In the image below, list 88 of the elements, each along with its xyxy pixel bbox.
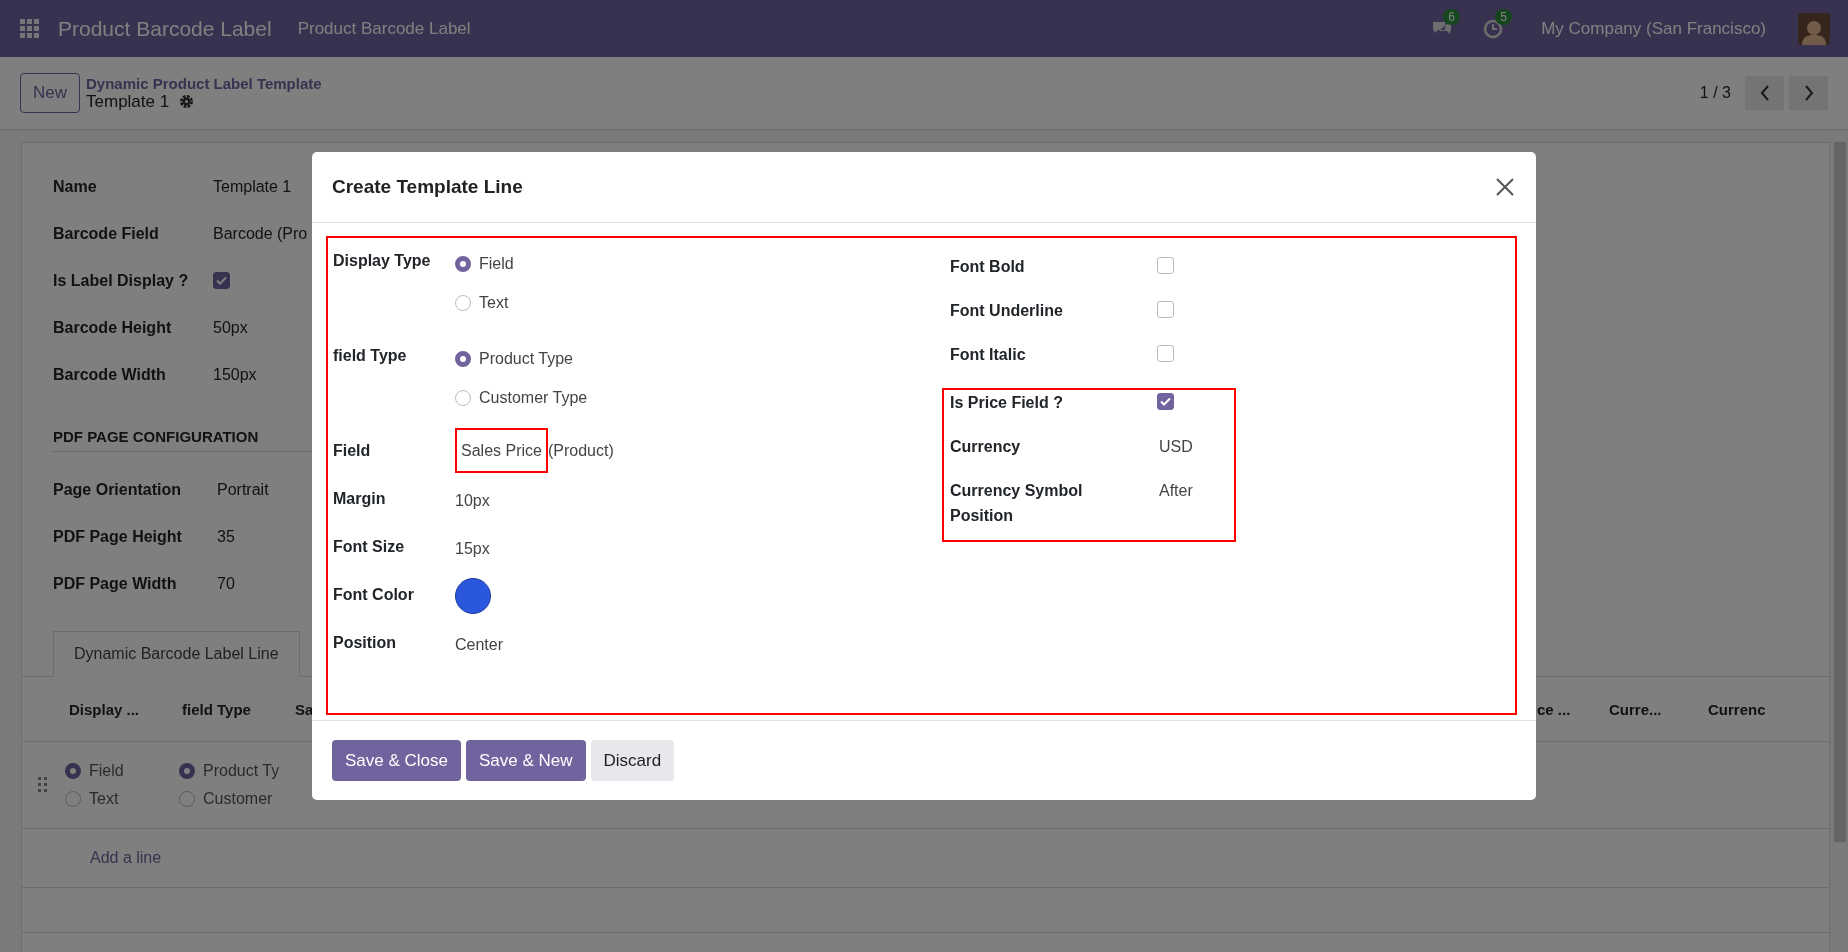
radio-label[interactable]: Customer Type [479, 388, 588, 407]
checkbox[interactable] [213, 272, 230, 289]
field-value: USD [1158, 437, 1193, 457]
field-value: Portrait [217, 480, 269, 499]
radio-button[interactable] [65, 763, 81, 779]
field-label: Is Price Field ? [950, 393, 1064, 413]
previous-button[interactable] [1745, 76, 1784, 110]
field-value: 150px [213, 365, 257, 384]
radio-label[interactable]: Product Type [479, 349, 573, 368]
field-label: Currency [950, 437, 1022, 457]
field-value: Template 1 [213, 177, 292, 196]
column-header[interactable]: Curre... [1609, 700, 1708, 718]
radio-button[interactable] [65, 791, 81, 807]
field-value: 70 [217, 574, 235, 593]
breadcrumb-link[interactable]: Dynamic Product Label Template [86, 74, 322, 92]
app-title[interactable]: Product Barcode Label [58, 16, 272, 41]
pager-value: 1 / 3 [1699, 84, 1731, 102]
radio-button[interactable] [455, 255, 471, 272]
column-header[interactable]: ce ... [1537, 700, 1609, 718]
record-title: Template 1 [86, 91, 170, 112]
company-switcher[interactable]: My Company (San Francisco) [1541, 18, 1766, 39]
column-header[interactable]: Currenc [1708, 700, 1829, 718]
field-value: Center [455, 635, 504, 654]
field-label: Font Bold [950, 257, 1026, 277]
field-label: Barcode Field [53, 224, 160, 243]
checkbox[interactable] [1157, 345, 1174, 362]
radio-button[interactable] [455, 294, 471, 311]
dialog-title: Create Template Line [332, 176, 524, 198]
checkbox[interactable] [1157, 393, 1174, 410]
field-label: Name [53, 177, 98, 196]
tab[interactable]: Dynamic Barcode Label Line [53, 631, 300, 677]
radio-button[interactable] [455, 389, 471, 406]
add-line-link[interactable]: Add a line [90, 849, 162, 867]
column-header[interactable]: field Type [182, 700, 295, 718]
field-label: Position [333, 634, 398, 652]
field-label: Page Orientation [53, 480, 183, 499]
radio-label[interactable]: Product Ty [203, 762, 280, 780]
field-label: Font Color [333, 586, 415, 604]
checkbox[interactable] [1157, 301, 1174, 318]
checkbox[interactable] [1157, 257, 1174, 274]
field-label: Margin [333, 490, 387, 508]
field-label: Field [333, 442, 372, 460]
field-value: After [1158, 481, 1193, 501]
checkmark-icon [1160, 397, 1171, 406]
menu-item[interactable]: Product Barcode Label [297, 18, 471, 39]
dialog-button[interactable]: Save & New [466, 740, 586, 781]
dialog-button[interactable]: Discard [590, 740, 675, 781]
field-label: Font Italic [950, 345, 1027, 365]
notification-badge: 5 [1495, 8, 1512, 25]
field-value: Barcode (Pro [213, 224, 308, 243]
new-button[interactable]: New [20, 73, 80, 113]
gear-icon[interactable] [179, 94, 195, 109]
next-button[interactable] [1789, 76, 1828, 110]
apps-menu-icon[interactable] [20, 18, 40, 39]
field-value: 10px [455, 491, 490, 510]
field-label: Currency Symbol Position [950, 481, 1084, 526]
field-label: Barcode Height [53, 318, 173, 337]
field-label: PDF Page Width [53, 574, 178, 593]
field-label: Font Size [333, 538, 406, 556]
drag-handle-icon[interactable] [38, 777, 48, 793]
radio-label[interactable]: Customer [203, 790, 273, 808]
field-value: 50px [213, 318, 248, 337]
field-label: Display Type [333, 252, 432, 270]
field-value: 35 [217, 527, 235, 546]
radio-button[interactable] [455, 350, 471, 367]
field-value: 15px [455, 539, 490, 558]
radio-label[interactable]: Field [89, 762, 124, 780]
color-swatch[interactable] [455, 578, 491, 614]
column-header[interactable]: Display ... [69, 700, 182, 718]
checkmark-icon [216, 276, 227, 285]
radio-label[interactable]: Text [479, 293, 509, 312]
radio-button[interactable] [179, 763, 195, 779]
radio-label[interactable]: Field [479, 254, 514, 273]
field-label: Is Label Display ? [53, 271, 190, 290]
field-label: PDF Page Height [53, 527, 183, 546]
field-label: field Type [333, 347, 408, 365]
chevron-left-icon [1759, 85, 1770, 101]
avatar[interactable] [1798, 12, 1830, 45]
notification-badge: 6 [1443, 8, 1460, 25]
chevron-right-icon [1803, 85, 1814, 101]
field-label: Font Underline [950, 301, 1064, 321]
dialog-button[interactable]: Save & Close [332, 740, 461, 781]
field-label: Barcode Width [53, 365, 167, 384]
radio-button[interactable] [179, 791, 195, 807]
radio-label[interactable]: Text [89, 790, 119, 808]
close-icon[interactable] [1496, 178, 1514, 196]
field-value[interactable]: Sales Price [455, 428, 548, 473]
field-suffix: (Product) [547, 441, 614, 460]
